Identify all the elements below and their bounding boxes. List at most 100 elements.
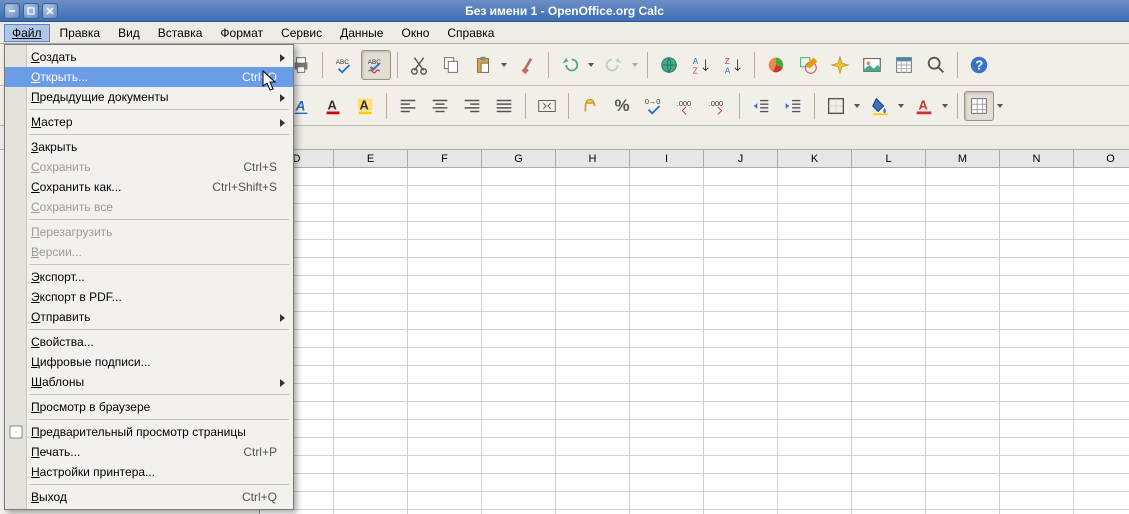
menu-item[interactable]: Экспорт...	[5, 267, 293, 287]
maximize-button[interactable]	[23, 3, 39, 19]
add-decimal-button[interactable]: .000	[671, 91, 701, 121]
menu-item-label: Цифровые подписи...	[31, 355, 277, 369]
gallery-button[interactable]	[857, 50, 887, 80]
menu-item[interactable]: Закрыть	[5, 137, 293, 157]
align-right-button[interactable]	[457, 91, 487, 121]
zoom-button[interactable]	[921, 50, 951, 80]
menu-item[interactable]: Предыдущие документы	[5, 87, 293, 107]
column-header[interactable]: L	[852, 150, 926, 168]
bgcolor-button[interactable]	[865, 91, 895, 121]
menu-file[interactable]: Файл	[4, 24, 50, 42]
redo-button[interactable]	[599, 50, 629, 80]
column-header[interactable]: K	[778, 150, 852, 168]
column-header[interactable]: J	[704, 150, 778, 168]
spellcheck-button[interactable]: ABC	[329, 50, 359, 80]
navigator-button[interactable]	[825, 50, 855, 80]
autospell-button[interactable]: ABC	[361, 50, 391, 80]
borders-button[interactable]	[821, 91, 851, 121]
title-bar: Без имени 1 - OpenOffice.org Calc	[0, 0, 1129, 22]
menu-item[interactable]: Создать	[5, 47, 293, 67]
menu-format[interactable]: Формат	[212, 24, 271, 42]
menu-tools[interactable]: Сервис	[273, 24, 330, 42]
menu-item[interactable]: Открыть...Ctrl+O	[5, 67, 293, 87]
percent-button[interactable]: %	[607, 91, 637, 121]
paste-button[interactable]	[468, 50, 498, 80]
undo-dropdown[interactable]	[585, 61, 597, 69]
undo-button[interactable]	[555, 50, 585, 80]
menu-item[interactable]: Экспорт в PDF...	[5, 287, 293, 307]
currency-button[interactable]	[575, 91, 605, 121]
hyperlink-button[interactable]	[654, 50, 684, 80]
menu-data[interactable]: Данные	[332, 24, 391, 42]
menu-item[interactable]: Мастер	[5, 112, 293, 132]
submenu-arrow-icon	[279, 117, 287, 131]
menu-item: СохранитьCtrl+S	[5, 157, 293, 177]
column-headers[interactable]: D E F G H I J K L M N O	[260, 150, 1129, 168]
grid-button[interactable]	[964, 91, 994, 121]
menu-item[interactable]: Шаблоны	[5, 372, 293, 392]
svg-text:.000: .000	[709, 99, 723, 108]
column-header[interactable]: E	[334, 150, 408, 168]
datasources-button[interactable]	[889, 50, 919, 80]
sort-asc-button[interactable]: AZ	[686, 50, 716, 80]
align-left-button[interactable]	[393, 91, 423, 121]
svg-text:A: A	[360, 97, 369, 112]
menu-item-label: Настройки принтера...	[31, 465, 277, 479]
menu-item: Сохранить все	[5, 197, 293, 217]
menu-item[interactable]: Настройки принтера...	[5, 462, 293, 482]
column-header[interactable]: O	[1074, 150, 1129, 168]
close-button[interactable]	[42, 3, 58, 19]
svg-text:0→0: 0→0	[645, 97, 660, 106]
menu-edit[interactable]: Правка	[52, 24, 109, 42]
menu-item[interactable]: Просмотр в браузере	[5, 397, 293, 417]
font-color-button[interactable]: A	[318, 91, 348, 121]
grid-dropdown[interactable]	[994, 102, 1006, 110]
svg-text:?: ?	[975, 57, 983, 72]
column-header[interactable]: F	[408, 150, 482, 168]
menu-item: Версии...	[5, 242, 293, 262]
align-justify-button[interactable]	[489, 91, 519, 121]
copy-button[interactable]	[436, 50, 466, 80]
menu-item[interactable]: ВыходCtrl+Q	[5, 487, 293, 507]
decrease-indent-button[interactable]	[746, 91, 776, 121]
show-draw-button[interactable]	[793, 50, 823, 80]
standard-format-button[interactable]: 0→0	[639, 91, 669, 121]
cell-grid[interactable]	[260, 168, 1129, 514]
column-header[interactable]: G	[482, 150, 556, 168]
column-header[interactable]: M	[926, 150, 1000, 168]
align-center-button[interactable]	[425, 91, 455, 121]
menu-insert[interactable]: Вставка	[150, 24, 211, 42]
column-header[interactable]: H	[556, 150, 630, 168]
menu-help[interactable]: Справка	[439, 24, 502, 42]
help-button[interactable]: ?	[964, 50, 994, 80]
menu-item[interactable]: Сохранить как...Ctrl+Shift+S	[5, 177, 293, 197]
menu-window[interactable]: Окно	[393, 24, 437, 42]
increase-indent-button[interactable]	[778, 91, 808, 121]
borders-dropdown[interactable]	[851, 102, 863, 110]
column-header[interactable]: N	[1000, 150, 1074, 168]
delete-decimal-button[interactable]: .000	[703, 91, 733, 121]
menu-item-label: Просмотр в браузере	[31, 400, 277, 414]
minimize-button[interactable]	[4, 3, 20, 19]
menu-item[interactable]: Предварительный просмотр страницы	[5, 422, 293, 442]
redo-dropdown[interactable]	[629, 61, 641, 69]
chart-button[interactable]	[761, 50, 791, 80]
merge-cells-button[interactable]	[532, 91, 562, 121]
bgcolor-dropdown[interactable]	[895, 102, 907, 110]
svg-text:A: A	[693, 57, 699, 66]
menu-item[interactable]: Цифровые подписи...	[5, 352, 293, 372]
menu-item[interactable]: Отправить	[5, 307, 293, 327]
column-header[interactable]: I	[630, 150, 704, 168]
menu-item[interactable]: Печать...Ctrl+P	[5, 442, 293, 462]
sort-desc-button[interactable]: ZA	[718, 50, 748, 80]
submenu-arrow-icon	[279, 52, 287, 66]
submenu-arrow-icon	[279, 92, 287, 106]
cut-button[interactable]	[404, 50, 434, 80]
menu-view[interactable]: Вид	[110, 24, 148, 42]
highlight-color-button[interactable]: A	[350, 91, 380, 121]
format-paintbrush-button[interactable]	[512, 50, 542, 80]
menu-item[interactable]: Свойства...	[5, 332, 293, 352]
fontcolor-dropdown[interactable]	[939, 102, 951, 110]
paste-dropdown[interactable]	[498, 61, 510, 69]
fontcolor-button[interactable]: A	[909, 91, 939, 121]
